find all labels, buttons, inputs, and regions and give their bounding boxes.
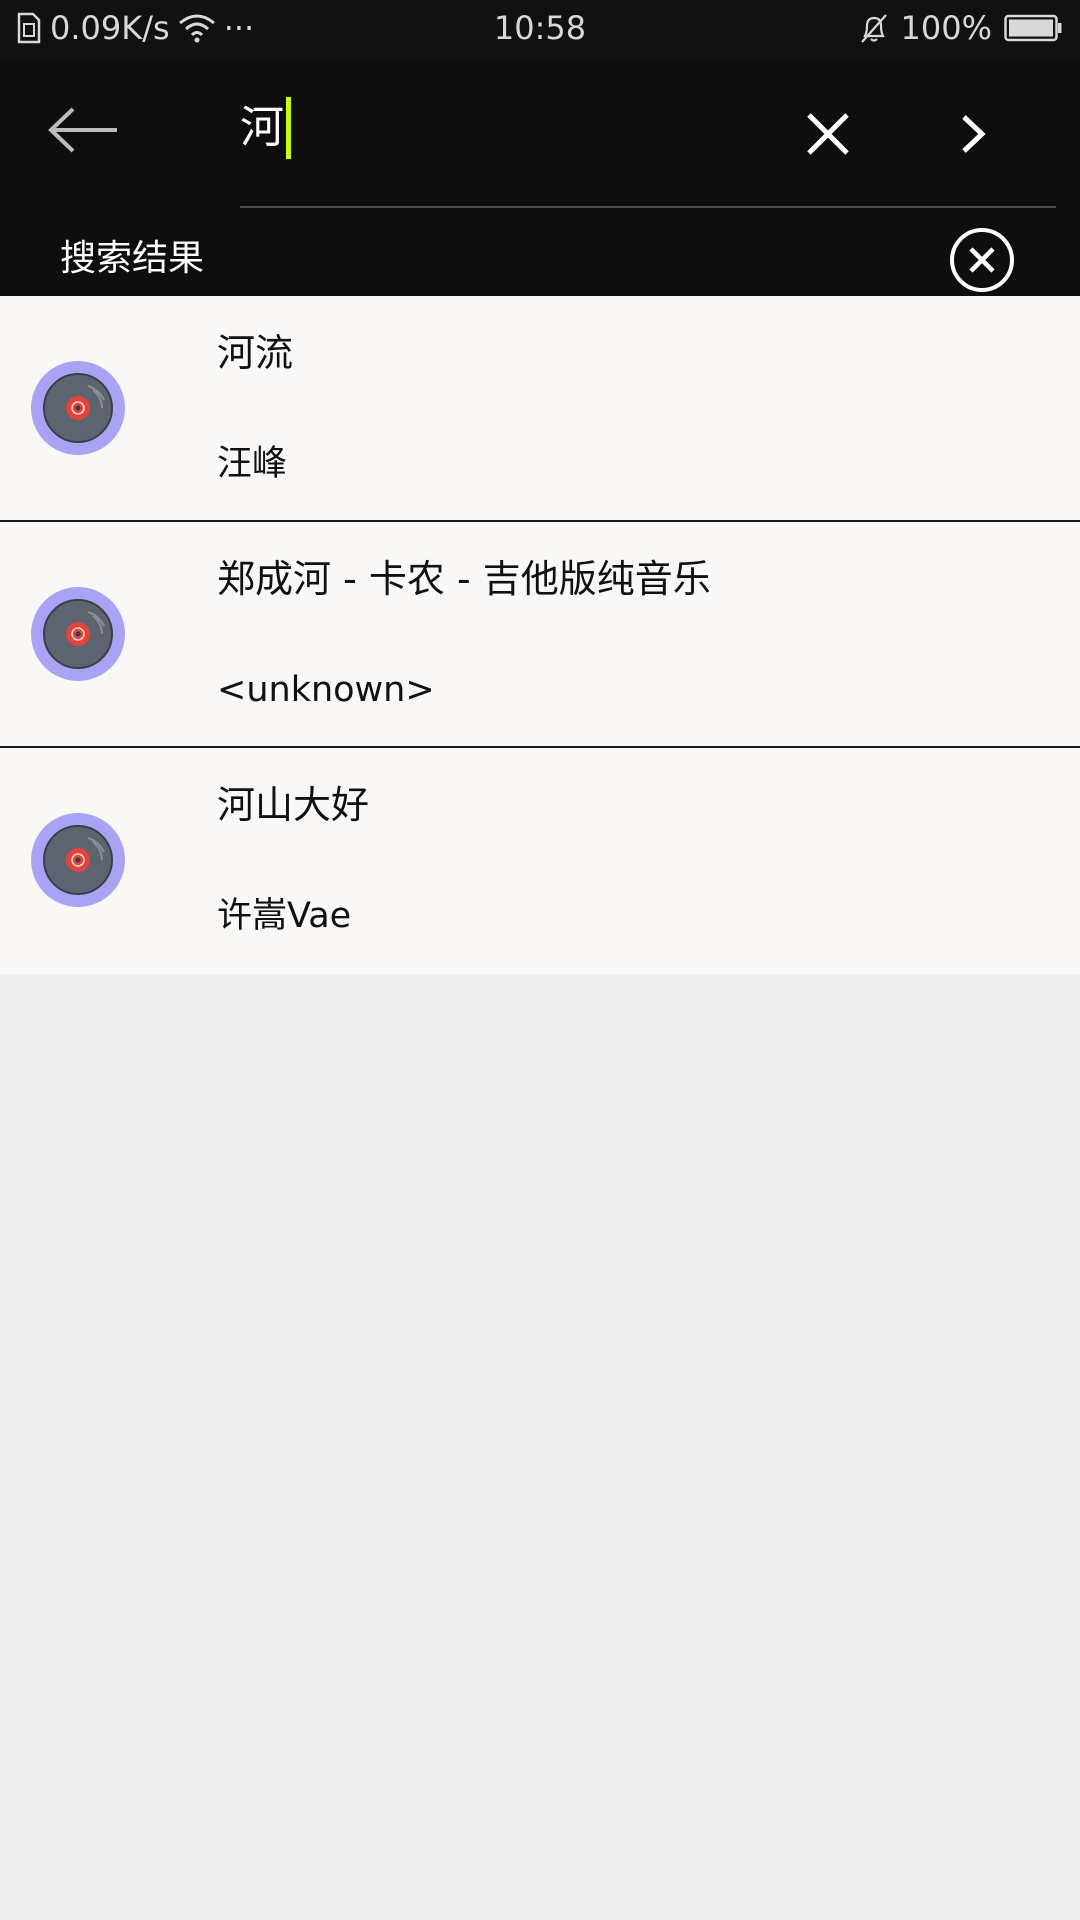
text-caret <box>286 97 291 159</box>
song-artist: <unknown> <box>217 670 435 710</box>
result-list: 河流 汪峰 郑成河 - 卡农 - 吉他版纯音乐 <unknown> 河山大好 许… <box>0 296 1080 974</box>
search-input[interactable]: 河 <box>240 88 760 168</box>
song-title: 河流 <box>217 331 294 375</box>
vinyl-disc-icon <box>30 812 126 908</box>
chevron-right-icon <box>959 114 987 158</box>
search-underline <box>240 206 1056 208</box>
clear-input-button[interactable] <box>800 108 856 164</box>
song-artist: 汪峰 <box>217 444 288 484</box>
back-button[interactable] <box>38 102 128 162</box>
result-item[interactable]: 郑成河 - 卡农 - 吉他版纯音乐 <unknown> <box>0 522 1080 748</box>
close-icon <box>805 111 851 161</box>
song-title: 郑成河 - 卡农 - 吉他版纯音乐 <box>217 557 711 601</box>
status-bar: 0.09K/s ··· 10:58 100% <box>0 0 1080 58</box>
search-query: 河 <box>240 102 284 153</box>
vinyl-disc-icon <box>30 586 126 682</box>
arrow-left-icon <box>45 105 121 159</box>
close-results-button[interactable] <box>948 226 1016 294</box>
results-label: 搜索结果 <box>60 238 205 279</box>
status-right: 100% <box>859 8 1062 48</box>
battery-icon <box>1004 14 1062 42</box>
result-item[interactable]: 河流 汪峰 <box>0 296 1080 522</box>
result-item[interactable]: 河山大好 许嵩Vae <box>0 748 1080 974</box>
song-artist: 许嵩Vae <box>217 896 352 936</box>
song-title: 河山大好 <box>217 783 370 827</box>
vinyl-disc-icon <box>30 360 126 456</box>
search-go-button[interactable] <box>950 108 996 164</box>
battery-level: 100% <box>900 9 992 47</box>
search-header: 河 搜索结果 <box>0 58 1080 296</box>
bell-muted-icon <box>859 12 889 44</box>
